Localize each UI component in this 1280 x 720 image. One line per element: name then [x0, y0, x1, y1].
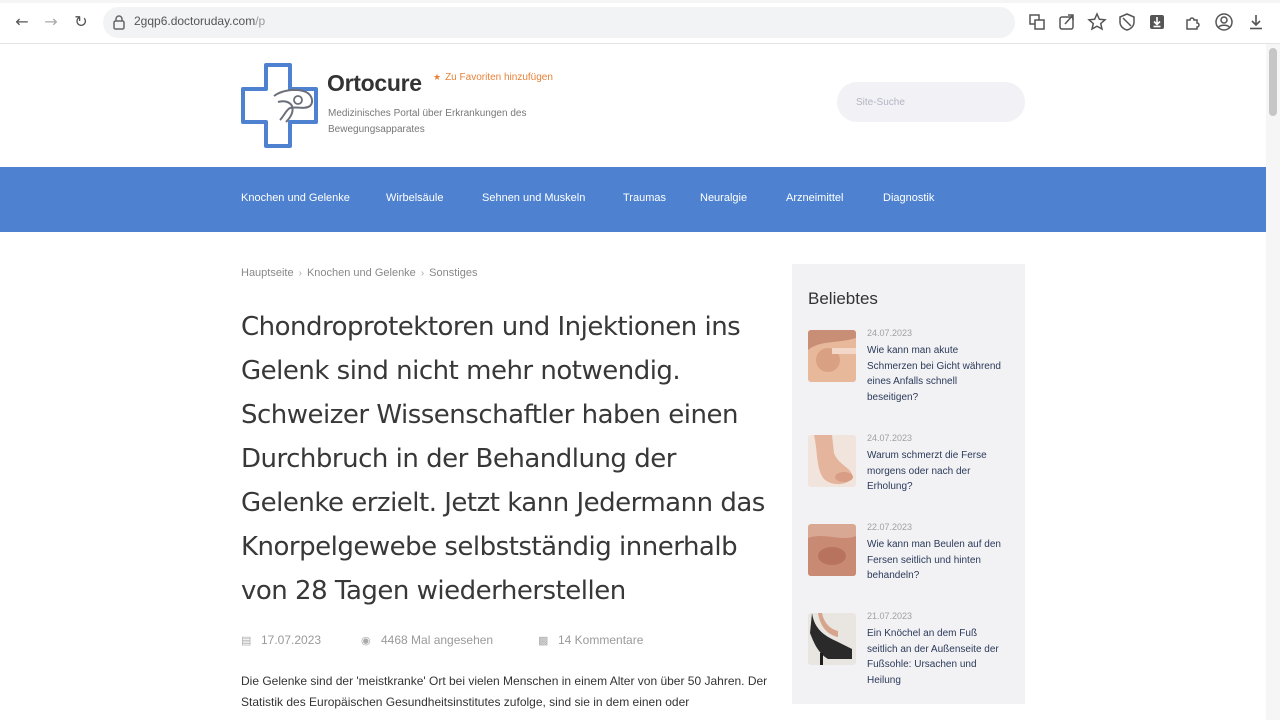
chevron-right-icon: ›	[298, 268, 302, 279]
post-title-link[interactable]: Wie kann man akute Schmerzen bei Gicht w…	[867, 343, 1007, 405]
extension-download-icon[interactable]	[1147, 12, 1167, 32]
post-thumbnail[interactable]	[808, 524, 856, 576]
post-date: 21.07.2023	[867, 611, 913, 621]
comment-icon: ▩	[538, 635, 549, 647]
post-title-link[interactable]: Warum schmerzt die Ferse morgens oder na…	[867, 448, 1007, 495]
url-host: 2gqp6.doctoruday.com	[134, 14, 256, 28]
lock-icon[interactable]	[112, 14, 126, 30]
site-title[interactable]: Ortocure	[327, 70, 422, 97]
post-thumbnail[interactable]	[808, 613, 856, 665]
star-icon: ★	[433, 72, 442, 82]
nav-item-arzneimittel[interactable]: Arzneimittel	[786, 192, 843, 204]
logo-icon[interactable]	[240, 62, 320, 150]
article-title: Chondroprotektoren und Injektionen ins G…	[241, 312, 765, 606]
sidebar-heading: Beliebtes	[808, 289, 878, 308]
post-date: 22.07.2023	[867, 522, 913, 532]
add-favorite-label: Zu Favoriten hinzufügen	[445, 72, 553, 83]
site-tagline: Medizinisches Portal über Erkrankungen d…	[328, 108, 527, 135]
article-views: ◉ 4468 Mal angesehen	[361, 633, 493, 647]
url-path: /p	[255, 14, 266, 28]
nav-item-neuralgie[interactable]: Neuralgie	[700, 192, 747, 204]
nav-item-diagnostik[interactable]: Diagnostik	[883, 192, 934, 204]
article-date: ▤ 17.07.2023	[241, 633, 321, 647]
tab-strip-edge	[0, 0, 1280, 3]
translate-icon[interactable]	[1027, 12, 1047, 32]
article-comments-value: 14 Kommentare	[558, 633, 644, 647]
nav-item-wirbelsaeule[interactable]: Wirbelsäule	[386, 192, 443, 204]
post-date: 24.07.2023	[867, 328, 913, 338]
eye-icon: ◉	[361, 635, 371, 647]
downloads-icon[interactable]	[1246, 12, 1266, 32]
shield-icon[interactable]	[1117, 12, 1137, 32]
nav-item-traumas[interactable]: Traumas	[623, 192, 666, 204]
nav-item-knochen-und-gelenke[interactable]: Knochen und Gelenke	[241, 192, 350, 204]
popular-sidebar: Beliebtes 24.07.2023 Wie kann man akute …	[792, 264, 1025, 704]
add-favorite-link[interactable]: ★ Zu Favoriten hinzufügen	[433, 72, 553, 83]
article-date-value: 17.07.2023	[261, 633, 322, 647]
nav-item-sehnen-und-muskeln[interactable]: Sehnen und Muskeln	[482, 192, 585, 204]
share-icon[interactable]	[1057, 12, 1077, 32]
article-body-paragraph: Die Gelenke sind der 'meistkranke' Ort b…	[241, 674, 768, 709]
site-search-input[interactable]	[837, 82, 1025, 122]
post-date: 24.07.2023	[867, 433, 913, 443]
post-title-link[interactable]: Ein Knöchel an dem Fuß seitlich an der A…	[867, 626, 1007, 688]
extensions-puzzle-icon[interactable]	[1183, 12, 1203, 32]
post-title-link[interactable]: Wie kann man Beulen auf den Fersen seitl…	[867, 537, 1007, 584]
main-navigation: Knochen und Gelenke Wirbelsäule Sehnen u…	[0, 167, 1266, 232]
scrollbar-thumb[interactable]	[1269, 48, 1277, 116]
breadcrumb-item-current[interactable]: Sonstiges	[429, 267, 477, 279]
post-thumbnail[interactable]	[808, 435, 856, 487]
reload-icon[interactable]: ↻	[71, 12, 91, 32]
breadcrumb-item-category[interactable]: Knochen und Gelenke	[307, 267, 416, 279]
article-comments[interactable]: ▩ 14 Kommentare	[538, 633, 643, 647]
back-icon[interactable]: ←	[12, 12, 32, 32]
page-scrollbar[interactable]	[1266, 44, 1280, 720]
url-text: 2gqp6.doctoruday.com/p	[134, 14, 265, 28]
forward-icon[interactable]: →	[41, 12, 61, 32]
bookmark-star-icon[interactable]	[1087, 12, 1107, 32]
article-views-value: 4468 Mal angesehen	[381, 633, 494, 647]
calendar-icon: ▤	[241, 635, 252, 647]
chevron-right-icon: ›	[420, 268, 425, 279]
breadcrumb-item-home[interactable]: Hauptseite	[241, 267, 294, 279]
post-thumbnail[interactable]	[808, 330, 856, 382]
browser-toolbar: ← → ↻ 2gqp6.doctoruday.com/p	[0, 0, 1280, 44]
profile-icon[interactable]	[1214, 12, 1234, 32]
address-bar[interactable]: 2gqp6.doctoruday.com/p	[103, 7, 1015, 38]
breadcrumb: Hauptseite › Knochen und Gelenke › Sonstiges	[241, 267, 477, 279]
